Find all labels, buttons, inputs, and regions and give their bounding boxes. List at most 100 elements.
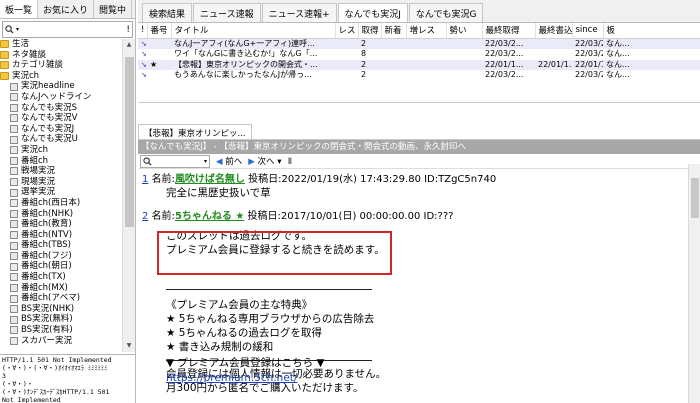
column-header[interactable]: !: [138, 23, 148, 39]
board-item[interactable]: 番組ch(TX): [0, 272, 122, 283]
highlight-button[interactable]: ▮: [288, 156, 293, 166]
column-header[interactable]: 板: [603, 23, 700, 39]
column-header[interactable]: 勢い: [446, 23, 483, 39]
category-folder[interactable]: 生活: [0, 39, 122, 50]
tree-label: 番組ch(アベマ): [21, 293, 81, 304]
board-item[interactable]: 番組ch(NTV): [0, 230, 122, 241]
cell-since: 22/03/2...: [572, 38, 603, 49]
thread-row[interactable]: ➘ もうあんなに楽しかったなんJが帰っ... 2 22/03/2... 22/03/2.…: [138, 70, 700, 81]
tree-label: なんJヘッドライン: [21, 91, 92, 102]
board-item[interactable]: BS実況(有料): [0, 325, 122, 336]
thread-scrollbar[interactable]: [688, 164, 700, 403]
board-item[interactable]: 実況headline: [0, 81, 122, 92]
prev-label: 前へ: [225, 157, 243, 167]
board-item[interactable]: 番組ch(アベマ): [0, 293, 122, 304]
board-item[interactable]: 番組ch(TBS): [0, 240, 122, 251]
cell-got: 8: [361, 49, 367, 58]
log-line: 3: [2, 372, 6, 380]
category-folder[interactable]: ネタ雑談: [0, 50, 122, 61]
column-header[interactable]: レス: [335, 23, 359, 39]
scroll-thumb[interactable]: [125, 57, 134, 227]
board-item[interactable]: なんでも実況V: [0, 113, 122, 124]
folder-icon: [0, 40, 9, 49]
scroll-down-icon[interactable]: ▼: [123, 340, 135, 352]
column-header[interactable]: 取得: [358, 23, 382, 39]
cell-last-get: 22/03/2...: [482, 38, 535, 49]
filter-toggle[interactable]: !: [126, 25, 130, 35]
tab-board-list[interactable]: 板一覧: [0, 0, 39, 18]
thread-row[interactable]: ➘ ★ 【悲報】東京オリンピックの開会式・... 2 22/01/1... 22/01/1…: [138, 59, 700, 70]
tree-label: BS実況(NHK): [21, 303, 75, 314]
column-header[interactable]: since: [572, 23, 604, 39]
thread-row[interactable]: ➘ なんJ一アフィ(なんG+一アフィ)連呼... 2 22/03/2... 22/03/…: [138, 38, 700, 49]
column-header[interactable]: 最終書込: [535, 23, 573, 39]
cell-since: 22/03/2...: [575, 49, 603, 58]
board-item[interactable]: スカパー実況: [0, 336, 122, 347]
scroll-up-icon[interactable]: ▲: [123, 39, 135, 51]
board-tab[interactable]: ニュース速報: [193, 3, 261, 22]
next-button[interactable]: ▶ 次へ ▾: [248, 155, 281, 167]
column-header[interactable]: 新着: [381, 23, 407, 39]
cell-last-get: 22/03/2...: [485, 49, 524, 58]
board-item[interactable]: 実況ch: [0, 145, 122, 156]
thread-toolbar: ▾ ◀ 前へ ▶ 次へ ▾ ▮: [138, 154, 700, 169]
board-item[interactable]: 番組ch: [0, 156, 122, 167]
board-item[interactable]: 番組ch(西日本): [0, 198, 122, 209]
cell-inc: [406, 59, 446, 70]
search-dropdown-icon[interactable]: ▾: [204, 158, 207, 165]
category-folder[interactable]: カテゴリ雑談: [0, 60, 122, 71]
cell-last-post: [535, 49, 572, 60]
board-item[interactable]: 番組ch(NHK): [0, 209, 122, 220]
column-header[interactable]: タイトル: [171, 23, 336, 39]
viewer-tab[interactable]: 【悲報】東京オリンピッ...: [138, 124, 252, 139]
poster-name[interactable]: 5ちゃんねる ★: [175, 211, 244, 222]
thread-arrow-icon: ➘: [138, 59, 147, 70]
premium-link[interactable]: https://premium.5ch.net/: [166, 372, 297, 386]
board-tab[interactable]: なんでも実況G: [408, 3, 484, 22]
board-item[interactable]: なんでも実況S: [0, 103, 122, 114]
cell-inc: [406, 38, 446, 49]
register-cta: ▼ プレミアム会員登録はこちら ▼: [166, 357, 325, 369]
cell-new: [381, 38, 406, 49]
divider: [166, 289, 372, 290]
board-icon: [10, 125, 18, 134]
board-item[interactable]: BS実況(NHK): [0, 304, 122, 315]
board-search-box[interactable]: ▾ !: [2, 21, 133, 38]
category-folder[interactable]: 実況ch: [0, 71, 122, 82]
board-tab[interactable]: なんでも実況J: [337, 3, 408, 22]
cell-inc: [406, 49, 446, 60]
board-item[interactable]: 番組ch(朝日): [0, 261, 122, 272]
board-tab[interactable]: ニュース速報+: [261, 3, 337, 22]
name-label: 名前:: [151, 174, 175, 185]
post-number[interactable]: 1: [142, 174, 148, 185]
board-item[interactable]: なんでも実況U: [0, 134, 122, 145]
board-item[interactable]: 番組ch(教育): [0, 219, 122, 230]
prev-button[interactable]: ◀ 前へ: [216, 155, 242, 167]
board-item[interactable]: BS実況(無料): [0, 314, 122, 325]
thread-row[interactable]: ➘ ワイ「なんGに書き込むか!」なんG「... 8 22/03/2... 22/03/2…: [138, 49, 700, 60]
board-item[interactable]: 戦場実況: [0, 166, 122, 177]
folder-icon: [0, 72, 9, 81]
board-item[interactable]: 番組ch(MX): [0, 283, 122, 294]
thread-arrow-icon: ➘: [138, 70, 147, 81]
search-dropdown-icon[interactable]: ▾: [16, 26, 19, 33]
board-tab[interactable]: 検索結果: [142, 3, 193, 22]
tree-label: 選挙実況: [21, 187, 56, 198]
poster-name[interactable]: 風吹けば名無し: [175, 174, 245, 185]
board-item[interactable]: なんJヘッドライン: [0, 92, 122, 103]
column-header[interactable]: 増レス: [406, 23, 447, 39]
tab-browsing[interactable]: 閲覧中: [94, 0, 133, 18]
board-item[interactable]: 現場実況: [0, 177, 122, 188]
cell-board: なん...: [606, 49, 630, 58]
board-item[interactable]: 番組ch(フジ): [0, 251, 122, 262]
tab-favorites[interactable]: お気に入り: [38, 0, 95, 18]
column-header[interactable]: 最終取得: [482, 23, 536, 39]
board-tree-scrollbar[interactable]: ▲ ▼: [122, 39, 135, 352]
scroll-thumb[interactable]: [691, 178, 699, 218]
board-item[interactable]: 選挙実況: [0, 187, 122, 198]
column-header[interactable]: 番号: [147, 23, 172, 39]
thread-search-box[interactable]: ▾: [140, 154, 210, 168]
board-icon: [10, 209, 18, 218]
board-item[interactable]: なんでも実況J: [0, 124, 122, 135]
post-number[interactable]: 2: [142, 211, 148, 222]
